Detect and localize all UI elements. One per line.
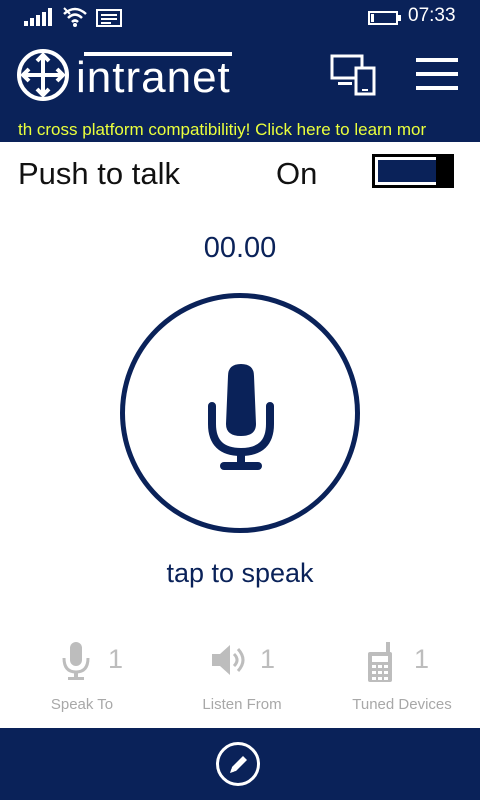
push-to-talk-label: Push to talk [18, 156, 180, 191]
toggle-knob [436, 154, 454, 188]
microphone-icon [208, 364, 274, 470]
toggle-fill [378, 160, 438, 182]
message-icon [96, 9, 122, 27]
listen-from-stat[interactable]: 1 Listen From [162, 640, 322, 720]
app-logo-text: intranet [76, 53, 231, 102]
status-bar: 07:33 [0, 0, 480, 34]
microphone-icon [62, 642, 90, 680]
devices-icon[interactable] [330, 54, 378, 96]
listen-from-label: Listen From [202, 696, 282, 713]
pencil-icon [230, 756, 247, 773]
push-to-talk-toggle[interactable] [372, 154, 454, 188]
speak-button[interactable] [120, 293, 360, 533]
push-to-talk-row: Push to talk On [0, 142, 480, 208]
push-to-talk-state: On [276, 156, 318, 191]
clock: 07:33 [408, 5, 456, 26]
app-header: intranet th cross platform compatibiliti… [0, 34, 480, 142]
battery-icon [368, 11, 401, 25]
edit-button[interactable] [216, 742, 260, 786]
wifi-icon [63, 7, 87, 27]
tuned-devices-label: Tuned Devices [352, 696, 452, 713]
walkie-talkie-icon [368, 642, 392, 682]
bottom-app-bar [0, 728, 480, 800]
signal-strength-icon [24, 8, 52, 26]
talk-timer: 00.00 [203, 232, 277, 264]
listen-from-count: 1 [260, 644, 276, 674]
hamburger-menu-icon[interactable] [416, 58, 458, 90]
promo-ticker[interactable]: th cross platform compatibilitiy! Click … [0, 120, 480, 142]
tuned-devices-count: 1 [414, 644, 430, 674]
router-logo-icon [17, 49, 69, 101]
speak-to-label: Speak To [50, 696, 114, 713]
speak-to-stat[interactable]: 1 Speak To [2, 640, 162, 720]
tuned-devices-stat[interactable]: 1 Tuned Devices [322, 640, 480, 720]
speaker-icon [212, 645, 245, 675]
speak-to-count: 1 [108, 644, 124, 674]
tap-to-speak-label: tap to speak [166, 558, 314, 588]
